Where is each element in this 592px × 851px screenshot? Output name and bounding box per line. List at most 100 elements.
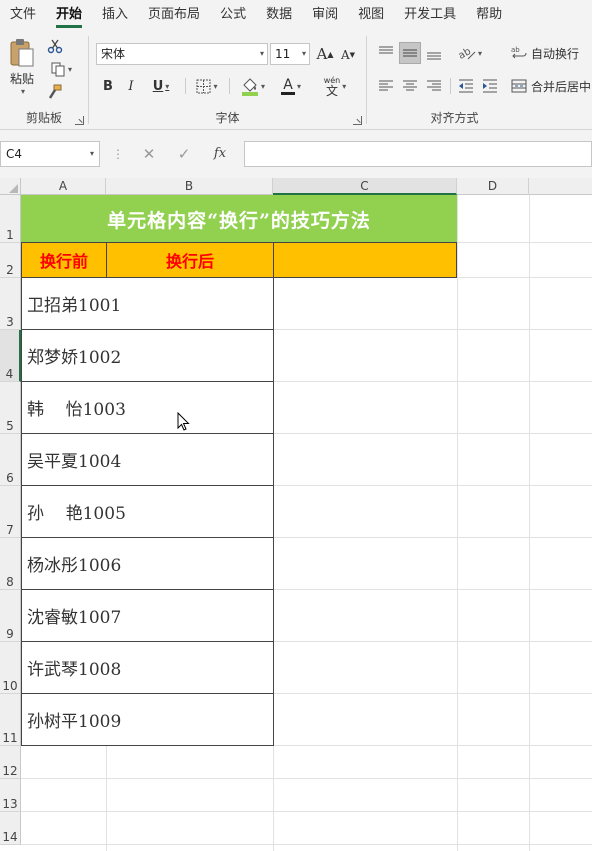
tab-developer[interactable]: 开发工具 [394, 0, 466, 30]
dialog-launcher-icon[interactable] [353, 116, 362, 125]
table-row[interactable]: 郑梦娇1002 [21, 329, 274, 382]
formula-input[interactable] [244, 141, 592, 167]
shrink-font-button[interactable]: A ▼ [338, 45, 358, 65]
align-bottom-button[interactable] [423, 42, 445, 64]
alignment-group-label: 对齐方式 [430, 111, 479, 125]
row-header-8[interactable]: 8 [0, 538, 21, 590]
orientation-button[interactable]: ab ▾ [453, 42, 487, 64]
name-box[interactable]: C4 ▾ [0, 141, 100, 167]
borders-icon [196, 79, 211, 93]
row-header-2[interactable]: 2 [0, 243, 21, 278]
copy-button[interactable]: ▾ [44, 59, 78, 79]
tab-review[interactable]: 审阅 [302, 0, 348, 30]
column-header-e[interactable] [529, 178, 592, 195]
ribbon-tab-bar: 文件 开始 插入 页面布局 公式 数据 审阅 视图 开发工具 帮助 [0, 0, 592, 30]
align-bottom-icon [427, 52, 441, 60]
underline-button[interactable]: U ▾ [145, 76, 177, 96]
row-header-7[interactable]: 7 [0, 486, 21, 538]
align-middle-button[interactable] [399, 42, 421, 64]
confirm-icon[interactable]: ✓ [172, 141, 196, 167]
row-header-10[interactable]: 10 [0, 642, 21, 694]
grow-font-icon: A [316, 45, 328, 63]
align-right-icon [427, 80, 441, 91]
formula-bar-grip-icon[interactable]: ⋮ [112, 144, 124, 164]
table-row[interactable]: 孙 艳1005 [21, 485, 274, 538]
table-row[interactable]: 杨冰彤1006 [21, 537, 274, 590]
row-header-14[interactable]: 14 [0, 812, 21, 845]
tab-data[interactable]: 数据 [256, 0, 302, 30]
phonetic-button[interactable]: wén 文 ▾ [315, 74, 355, 98]
fill-color-button[interactable]: ▾ [235, 74, 271, 98]
table-row[interactable]: 吴平夏1004 [21, 433, 274, 486]
merge-center-label: 合并后居中 [531, 79, 592, 94]
worksheet-grid[interactable]: A B C D 1 2 3 4 5 6 7 8 9 10 11 12 13 14… [0, 178, 592, 851]
paste-icon [10, 39, 34, 67]
tab-view[interactable]: 视图 [348, 0, 394, 30]
row-header-13[interactable]: 13 [0, 779, 21, 812]
table-row[interactable]: 孙树平1009 [21, 693, 274, 746]
paste-button[interactable]: 粘贴 ▾ [4, 36, 40, 98]
separator [229, 78, 230, 94]
column-header-c[interactable]: C [273, 178, 457, 195]
row-header-12[interactable]: 12 [0, 746, 21, 779]
insert-function-button[interactable]: fx [208, 141, 232, 167]
column-header-b[interactable]: B [106, 178, 273, 195]
gridline [529, 195, 530, 851]
row-header-6[interactable]: 6 [0, 434, 21, 486]
dialog-launcher-icon[interactable] [75, 116, 84, 125]
wrap-text-button[interactable]: ab 自动换行 [511, 42, 591, 64]
svg-text:ab: ab [511, 46, 520, 54]
separator [450, 78, 451, 94]
align-top-button[interactable] [375, 42, 397, 64]
title-cell[interactable]: 单元格内容“换行”的技巧方法 [21, 195, 457, 243]
row-number: 3 [6, 315, 14, 329]
chevron-down-icon: ▾ [67, 64, 72, 74]
font-color-icon: A [280, 78, 295, 95]
tab-formulas[interactable]: 公式 [210, 0, 256, 30]
column-header-a[interactable]: A [21, 178, 106, 195]
header-before-cell[interactable]: 换行前 [21, 242, 107, 278]
increase-indent-button[interactable] [479, 75, 501, 97]
tab-insert[interactable]: 插入 [92, 0, 138, 30]
cut-button[interactable] [44, 36, 66, 56]
format-painter-button[interactable] [44, 82, 66, 102]
tab-home[interactable]: 开始 [46, 0, 92, 30]
tab-file[interactable]: 文件 [0, 0, 46, 30]
row-header-9[interactable]: 9 [0, 590, 21, 642]
bold-button[interactable]: B [98, 76, 118, 96]
font-name-select[interactable]: 宋体 ▾ [96, 43, 268, 65]
shrink-font-icon: A [340, 48, 350, 62]
merge-center-button[interactable]: 合并后居中 [511, 75, 592, 97]
row-header-4[interactable]: 4 [0, 330, 21, 382]
row-header-11[interactable]: 11 [0, 694, 21, 746]
table-row[interactable]: 许武琴1008 [21, 641, 274, 694]
tab-page-layout[interactable]: 页面布局 [138, 0, 210, 30]
italic-button[interactable]: I [121, 76, 141, 96]
decrease-indent-button[interactable] [455, 75, 477, 97]
align-left-button[interactable] [375, 75, 397, 97]
row-header-1[interactable]: 1 [0, 195, 21, 243]
align-right-button[interactable] [423, 75, 445, 97]
table-row[interactable]: 沈睿敏1007 [21, 589, 274, 642]
header-after-cell[interactable]: 换行后 [106, 242, 274, 278]
tab-help[interactable]: 帮助 [466, 0, 512, 30]
chevron-down-icon: ▾ [301, 49, 306, 58]
align-top-icon [379, 46, 393, 54]
table-row[interactable]: 卫招弟1001 [21, 277, 274, 330]
font-size-select[interactable]: 11 ▾ [270, 43, 310, 65]
row-number: 2 [6, 263, 14, 277]
borders-button[interactable]: ▾ [191, 76, 223, 96]
row-header-5[interactable]: 5 [0, 382, 21, 434]
font-group: 宋体 ▾ 11 ▾ A ▲ A ▼ B I U ▾ ▾ ▾ A ▾ wén 文 … [89, 30, 366, 130]
cancel-icon[interactable]: ✕ [137, 141, 161, 167]
select-all-button[interactable] [0, 178, 21, 195]
table-row[interactable]: 韩 怡1003 [21, 381, 274, 434]
grow-font-button[interactable]: A ▲ [315, 43, 335, 65]
align-center-button[interactable] [399, 75, 421, 97]
header-empty-cell[interactable] [273, 242, 457, 278]
row-number: 1 [6, 228, 14, 242]
formula-bar: C4 ▾ ⋮ ✕ ✓ fx [0, 130, 592, 178]
font-color-button[interactable]: A ▾ [275, 74, 307, 98]
row-header-3[interactable]: 3 [0, 278, 21, 330]
column-header-d[interactable]: D [457, 178, 529, 195]
